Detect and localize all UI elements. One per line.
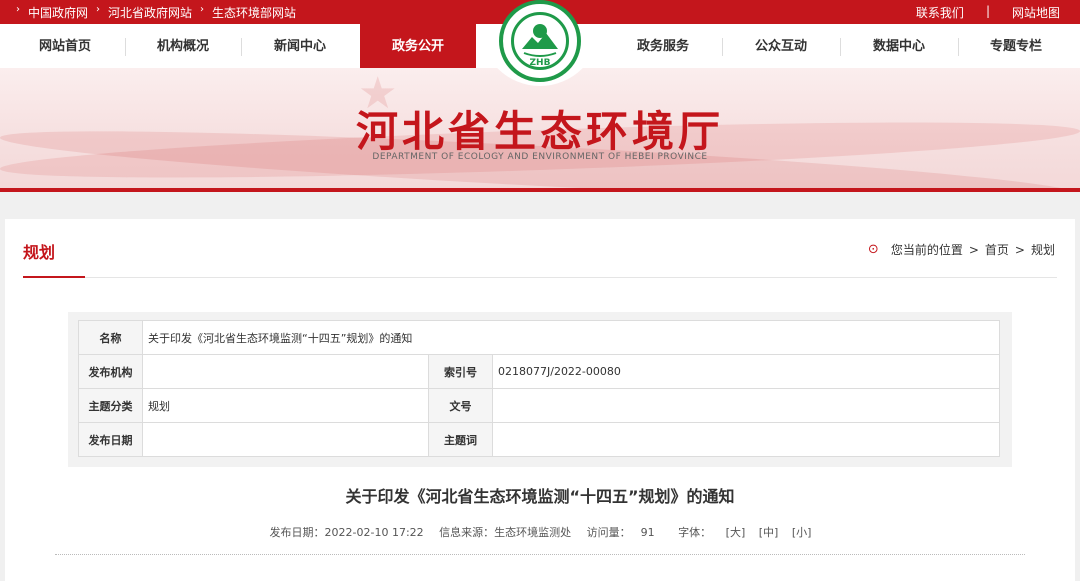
emblem-mountain-icon: ZHB (522, 24, 558, 68)
document-info-table: 名称 关于印发《河北省生态环境监测“十四五”规划》的通知 发布机构 索引号 02… (78, 320, 1000, 457)
table-row: 发布机构 索引号 0218077J/2022-00080 (78, 354, 1000, 389)
site-title: 河北省生态环境厅 (355, 107, 724, 156)
chevron-right-icon: › (16, 4, 20, 15)
nav-item-public-interaction[interactable]: 公众互动 (722, 24, 840, 68)
utility-links: 联系我们 | 网站地图 (916, 4, 1060, 21)
publish-date: 发布日期：2022-02-10 17:22 (270, 526, 424, 539)
breadcrumb-current[interactable]: 规划 (1031, 241, 1055, 258)
org-label: 发布机构 (78, 354, 143, 389)
link-hebei-gov[interactable]: 河北省政府网站 (108, 4, 192, 21)
article-meta: 发布日期：2022-02-10 17:22 信息来源：生态环境监测处 访问量： 9… (5, 524, 1075, 540)
keyword-value (492, 422, 1000, 457)
breadcrumb-separator: > (1014, 242, 1025, 257)
content-panel: 规划 ⊙ 您当前的位置 > 首页 > 规划 名称 关于印发《河北省生态环境监测“… (5, 219, 1075, 581)
docno-value (492, 388, 1000, 423)
date-value (142, 422, 429, 457)
org-value (142, 354, 429, 389)
font-size-label: 字体： (678, 526, 712, 539)
source-label: 信息来源： (439, 526, 495, 539)
docno-label: 文号 (428, 388, 493, 423)
info-source: 信息来源：生态环境监测处 (439, 526, 571, 539)
link-gov-cn[interactable]: 中国政府网 (28, 4, 88, 21)
nav-item-special-topics[interactable]: 专题专栏 (958, 24, 1074, 68)
breadcrumb-prefix: 您当前的位置 (890, 243, 963, 257)
link-site-map[interactable]: 网站地图 (1012, 4, 1060, 21)
topic-label: 主题分类 (78, 388, 143, 423)
chevron-right-icon: › (200, 4, 205, 15)
external-links: › 中国政府网 › 河北省政府网站 › 生态环境部网站 (14, 4, 296, 21)
chevron-right-icon: › (96, 4, 101, 15)
logo-text: ZHB (530, 58, 551, 67)
nav-item-news[interactable]: 新闻中心 (241, 24, 359, 68)
breadcrumb-home[interactable]: 首页 (985, 241, 1009, 258)
font-medium-button[interactable]: [中] (759, 526, 779, 539)
nav-item-gov-affairs[interactable]: 政务公开 (360, 24, 476, 68)
table-row: 名称 关于印发《河北省生态环境监测“十四五”规划》的通知 (78, 320, 1000, 355)
views-value: 91 (640, 526, 655, 539)
publish-label: 发布日期： (269, 526, 325, 539)
nav-item-data-center[interactable]: 数据中心 (840, 24, 958, 68)
emblem-inner-ring: ZHB (511, 12, 569, 70)
index-label: 索引号 (428, 354, 493, 389)
separator: | (985, 4, 990, 18)
site-logo[interactable]: ZHB (480, 0, 600, 90)
name-value: 关于印发《河北省生态环境监测“十四五”规划》的通知 (142, 320, 1000, 355)
font-large-button[interactable]: [大] (726, 526, 746, 539)
section-heading: 规划 (23, 243, 56, 262)
view-count: 访问量： 91 (587, 526, 655, 539)
nav-item-home[interactable]: 网站首页 (5, 24, 125, 68)
nav-item-about[interactable]: 机构概况 (125, 24, 241, 68)
location-pin-icon: ⊙ (867, 242, 879, 257)
article-title: 关于印发《河北省生态环境监测“十四五”规划》的通知 (345, 487, 735, 506)
name-label: 名称 (78, 320, 143, 355)
date-label: 发布日期 (78, 422, 143, 457)
heading-underline (23, 276, 85, 278)
meta-divider (55, 554, 1025, 555)
keyword-label: 主题词 (428, 422, 493, 457)
link-mee[interactable]: 生态环境部网站 (212, 4, 296, 21)
zhb-emblem-icon: ZHB (499, 0, 581, 82)
topic-value: 规划 (142, 388, 429, 423)
views-label: 访问量： (586, 526, 631, 539)
banner-bottom-border (0, 188, 1080, 192)
table-row: 发布日期 主题词 (78, 422, 1000, 457)
breadcrumb: ⊙ 您当前的位置 > 首页 > 规划 (868, 241, 1055, 258)
index-value: 0218077J/2022-00080 (492, 354, 1000, 389)
link-contact-us[interactable]: 联系我们 (916, 4, 964, 21)
breadcrumb-separator: > (968, 242, 979, 257)
source-value: 生态环境监测处 (494, 526, 572, 539)
site-subtitle: DEPARTMENT OF ECOLOGY AND ENVIRONMENT OF… (372, 152, 708, 162)
heading-divider (23, 277, 1057, 278)
table-row: 主题分类 规划 文号 (78, 388, 1000, 423)
font-small-button[interactable]: [小] (792, 526, 812, 539)
nav-item-services[interactable]: 政务服务 (604, 24, 722, 68)
publish-value: 2022-02-10 17:22 (324, 526, 424, 539)
document-info-box: 名称 关于印发《河北省生态环境监测“十四五”规划》的通知 发布机构 索引号 02… (68, 312, 1012, 467)
